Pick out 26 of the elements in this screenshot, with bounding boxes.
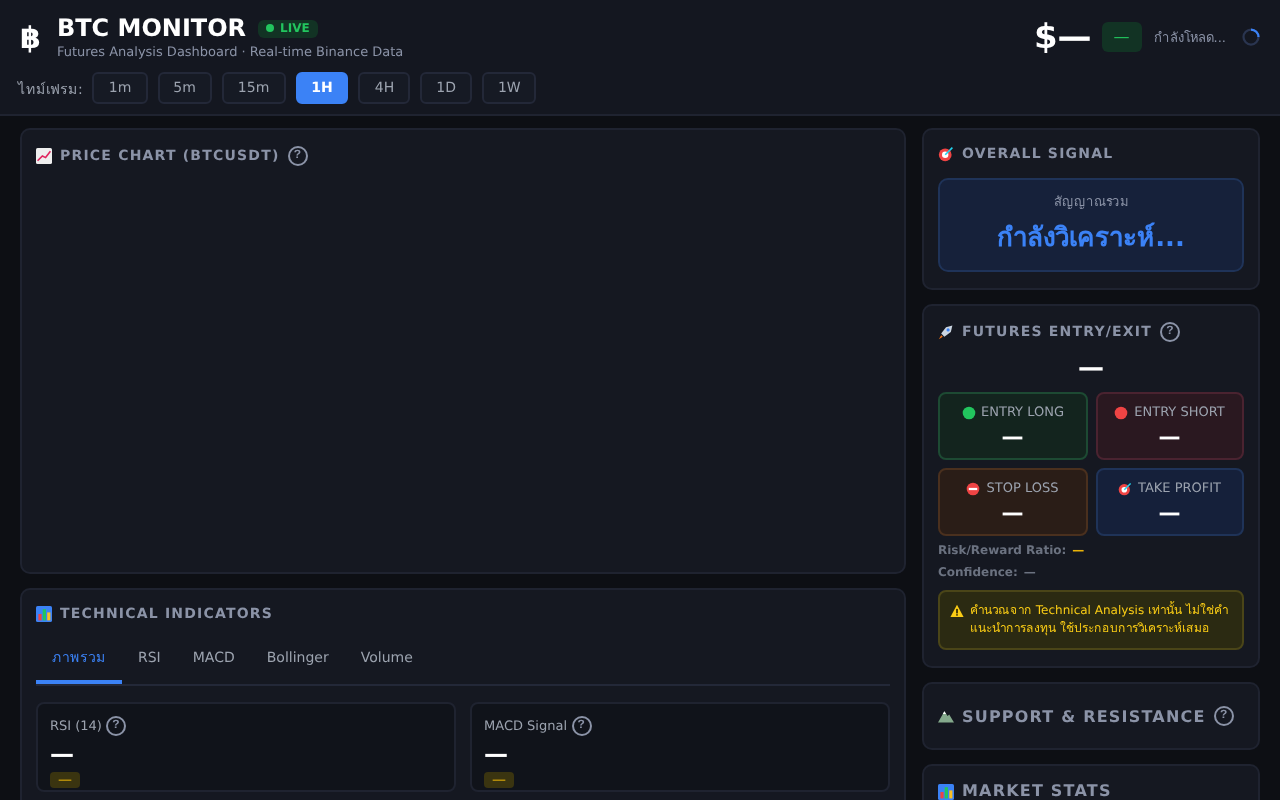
price-value: $— — [1033, 17, 1092, 57]
dart-target-icon — [938, 146, 954, 162]
level-value: — — [1158, 426, 1181, 448]
indicator-value: — — [484, 742, 508, 766]
indicator-value: — — [50, 742, 74, 766]
loading-spinner-icon — [1242, 28, 1260, 46]
direction-value: — — [1078, 354, 1104, 384]
bitcoin-logo: ฿ — [20, 21, 41, 53]
dart-target-icon — [1117, 481, 1132, 495]
circle-icon — [961, 405, 975, 419]
app-title: BTC MONITOR — [56, 14, 247, 42]
bar-chart-icon — [36, 606, 52, 622]
price-change-badge: — — [1101, 22, 1142, 52]
warning-icon — [950, 604, 964, 618]
level-value: — — [1158, 502, 1181, 524]
rocket-icon — [938, 324, 954, 340]
panel-title: SUPPORT & RESISTANCE — [962, 707, 1206, 725]
level-value: — — [1001, 426, 1024, 448]
panel-title: MARKET STATS — [962, 782, 1112, 800]
signal-value: กำลังวิเคราะห์... — [997, 220, 1185, 258]
mountain-icon — [938, 708, 954, 724]
circle-icon — [1114, 405, 1129, 419]
chart-icon — [36, 148, 52, 164]
level-value: — — [1001, 502, 1024, 524]
bar-chart-icon — [938, 783, 954, 799]
no-entry-icon — [966, 481, 981, 495]
